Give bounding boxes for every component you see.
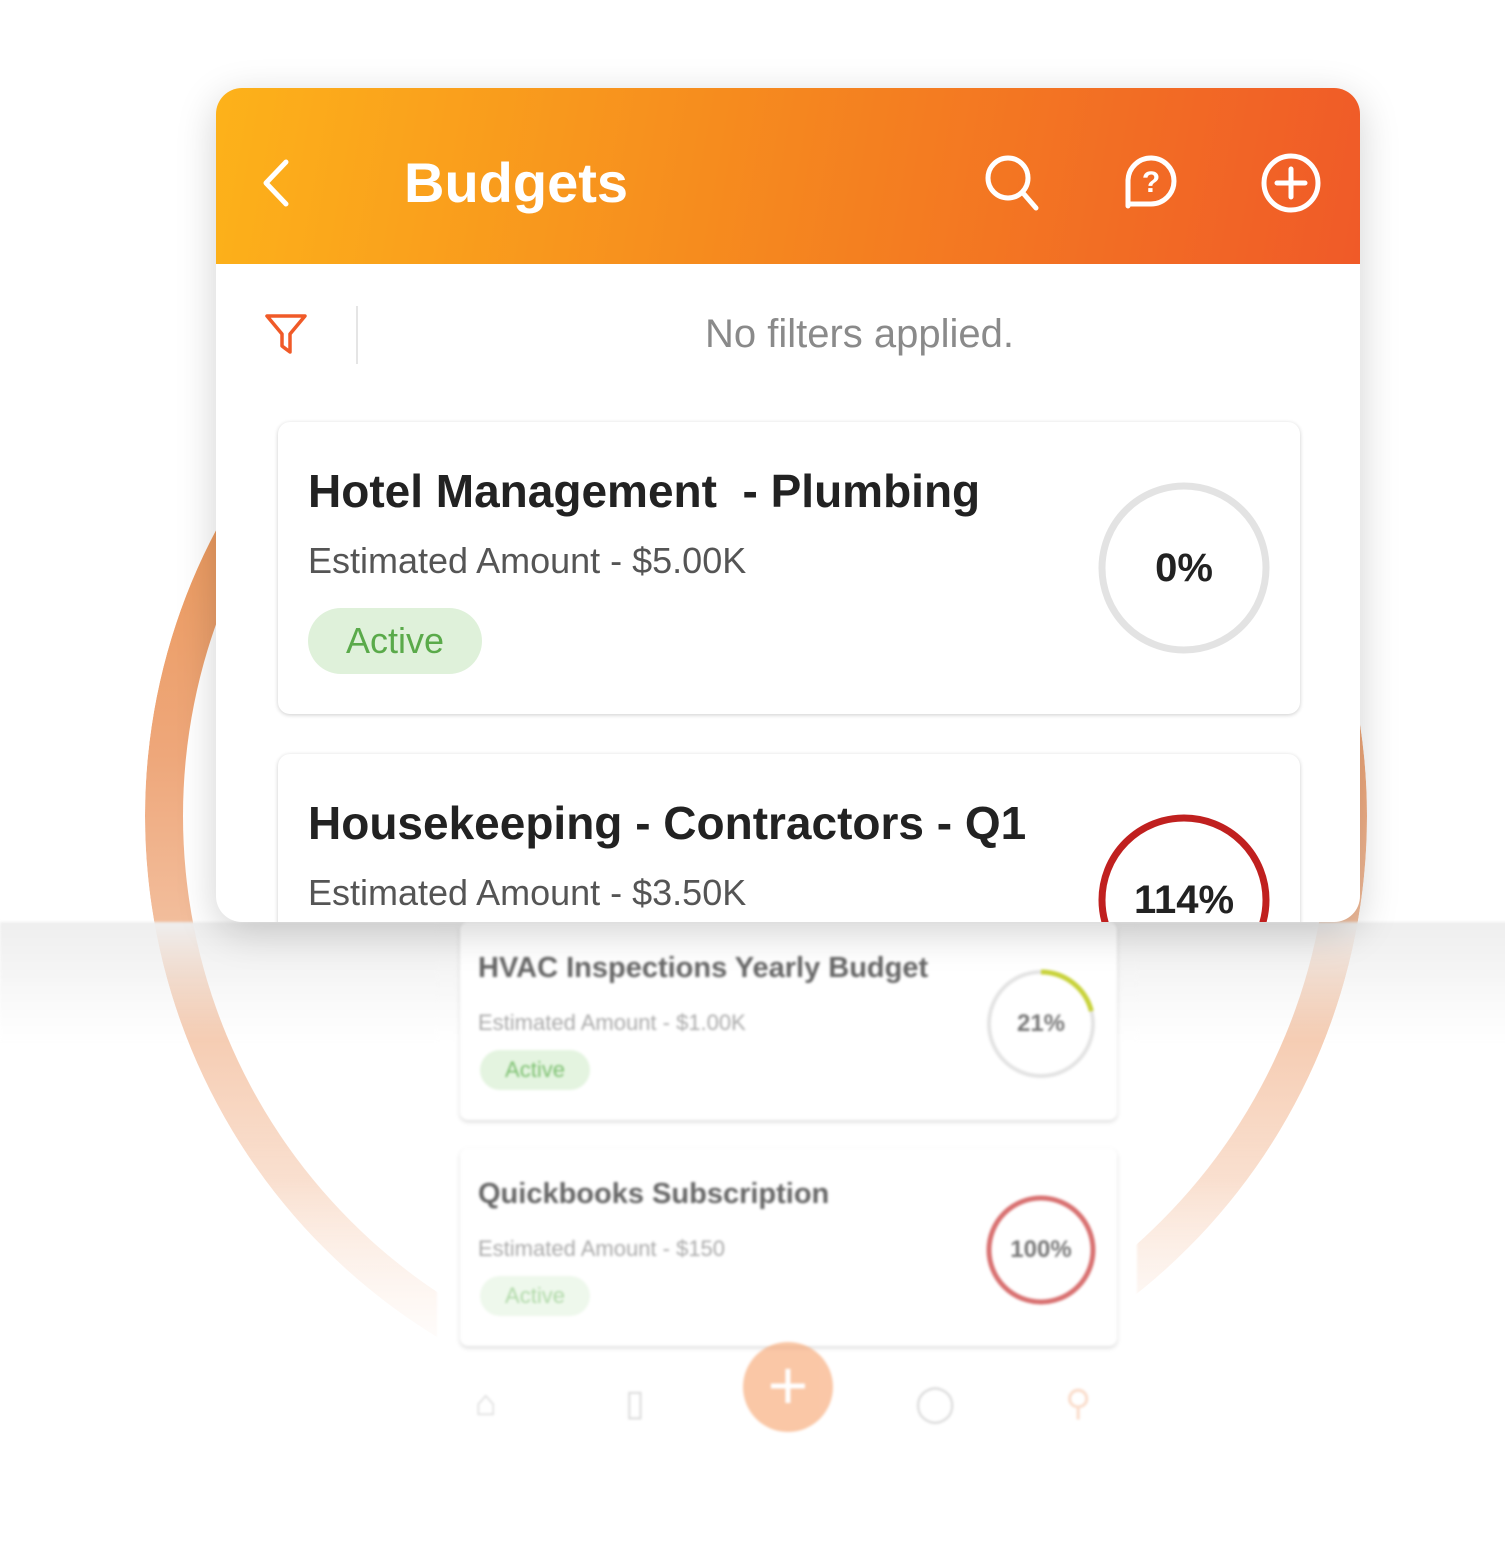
search-icon[interactable]	[982, 152, 1042, 212]
filter-status: No filters applied.	[704, 312, 1015, 356]
budget-amount: Estimated Amount - $150	[478, 1236, 726, 1261]
status-badge: Active	[480, 1276, 590, 1316]
back-icon[interactable]	[258, 158, 294, 208]
progress-percent: 100%	[1010, 1236, 1072, 1263]
progress-percent: 0%	[1155, 546, 1213, 590]
progress-percent: 21%	[1016, 1010, 1066, 1037]
budget-title: Hotel Management - Plumbing	[308, 465, 981, 517]
svg-text:?: ?	[1142, 166, 1160, 199]
budget-card[interactable]: Quickbooks Subscription Estimated Amount…	[460, 1148, 1117, 1346]
progress-percent: 114%	[1133, 878, 1235, 922]
budget-title: HVAC Inspections Yearly Budget	[478, 952, 929, 984]
help-icon[interactable]: ?	[1122, 152, 1182, 212]
dollar-icon[interactable]: ◯	[915, 1382, 955, 1424]
app-header: Budgets ?	[216, 88, 1360, 264]
divider	[356, 306, 358, 364]
add-icon[interactable]	[1260, 152, 1322, 214]
filter-bar: No filters applied.	[216, 264, 1360, 404]
filter-icon[interactable]	[264, 312, 308, 356]
budget-amount: Estimated Amount - $3.50K	[308, 872, 747, 913]
page-title: Budgets	[404, 151, 628, 214]
budget-card[interactable]: Hotel Management - Plumbing Estimated Am…	[278, 422, 1300, 714]
document-icon[interactable]: ▯	[625, 1382, 645, 1424]
budget-amount: Estimated Amount - $1.00K	[478, 1010, 746, 1035]
home-icon[interactable]: ⌂	[475, 1382, 497, 1424]
budget-amount: Estimated Amount - $5.00K	[308, 540, 747, 581]
profile-icon[interactable]: ⚲	[1065, 1382, 1091, 1424]
status-badge: Active	[308, 608, 482, 674]
budget-card[interactable]: Housekeeping - Contractors - Q1 Estimate…	[278, 754, 1300, 922]
budget-card[interactable]: HVAC Inspections Yearly Budget Estimated…	[460, 922, 1117, 1120]
background-screen: HVAC Inspections Yearly Budget Estimated…	[0, 922, 1505, 1442]
add-fab-button[interactable]: +	[743, 1342, 833, 1432]
budget-title: Quickbooks Subscription	[478, 1178, 830, 1210]
budgets-screen: Budgets ? No filters applied. Hotel Mana…	[216, 88, 1360, 922]
budget-title: Housekeeping - Contractors - Q1	[308, 797, 1027, 849]
status-badge: Active	[480, 1050, 590, 1090]
